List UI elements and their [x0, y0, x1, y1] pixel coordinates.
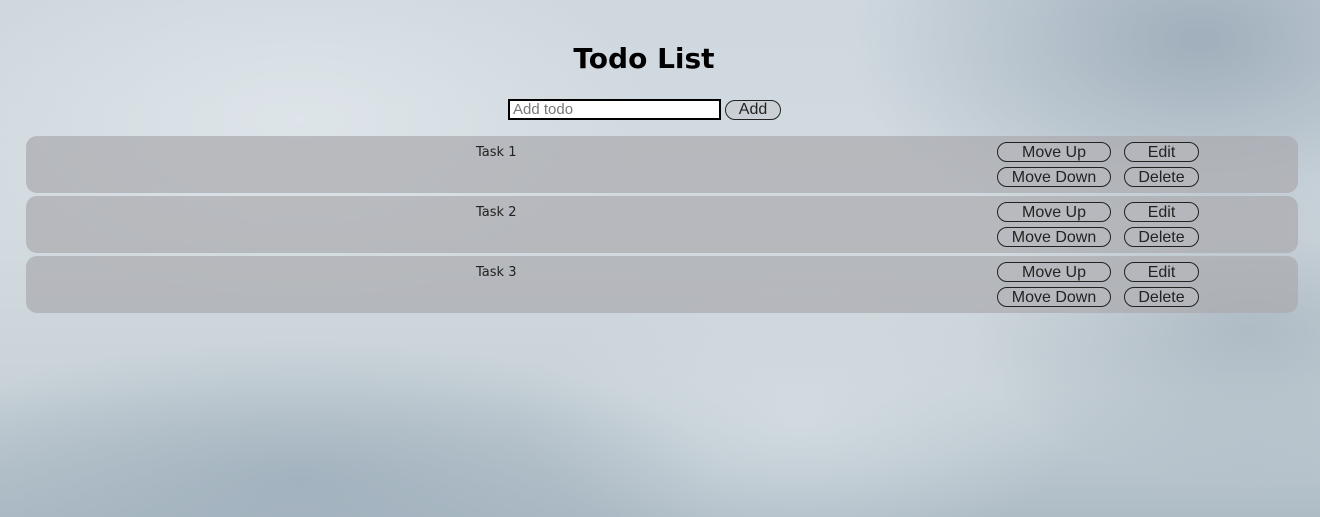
page-title: Todo List: [573, 42, 715, 75]
delete-button[interactable]: Delete: [1124, 167, 1199, 187]
move-up-button[interactable]: Move Up: [997, 262, 1111, 282]
move-down-button[interactable]: Move Down: [997, 167, 1111, 187]
todo-text: Task 1: [476, 145, 517, 160]
move-up-button[interactable]: Move Up: [997, 202, 1111, 222]
edit-button[interactable]: Edit: [1124, 202, 1199, 222]
move-down-button[interactable]: Move Down: [997, 287, 1111, 307]
todo-input[interactable]: [508, 99, 721, 120]
edit-button[interactable]: Edit: [1124, 142, 1199, 162]
todo-actions: Move Up Edit Move Down Delete: [997, 142, 1199, 187]
move-up-button[interactable]: Move Up: [997, 142, 1111, 162]
todo-actions: Move Up Edit Move Down Delete: [997, 262, 1199, 307]
todo-item: Task 3 Move Up Edit Move Down Delete: [26, 256, 1298, 313]
todo-list: Task 1 Move Up Edit Move Down Delete Tas…: [26, 136, 1298, 316]
move-down-button[interactable]: Move Down: [997, 227, 1111, 247]
delete-button[interactable]: Delete: [1124, 287, 1199, 307]
add-todo-form: Add: [508, 99, 781, 120]
todo-text: Task 3: [476, 265, 517, 280]
delete-button[interactable]: Delete: [1124, 227, 1199, 247]
todo-item: Task 2 Move Up Edit Move Down Delete: [26, 196, 1298, 253]
add-button[interactable]: Add: [725, 99, 781, 120]
todo-text: Task 2: [476, 205, 517, 220]
edit-button[interactable]: Edit: [1124, 262, 1199, 282]
todo-actions: Move Up Edit Move Down Delete: [997, 202, 1199, 247]
todo-item: Task 1 Move Up Edit Move Down Delete: [26, 136, 1298, 193]
